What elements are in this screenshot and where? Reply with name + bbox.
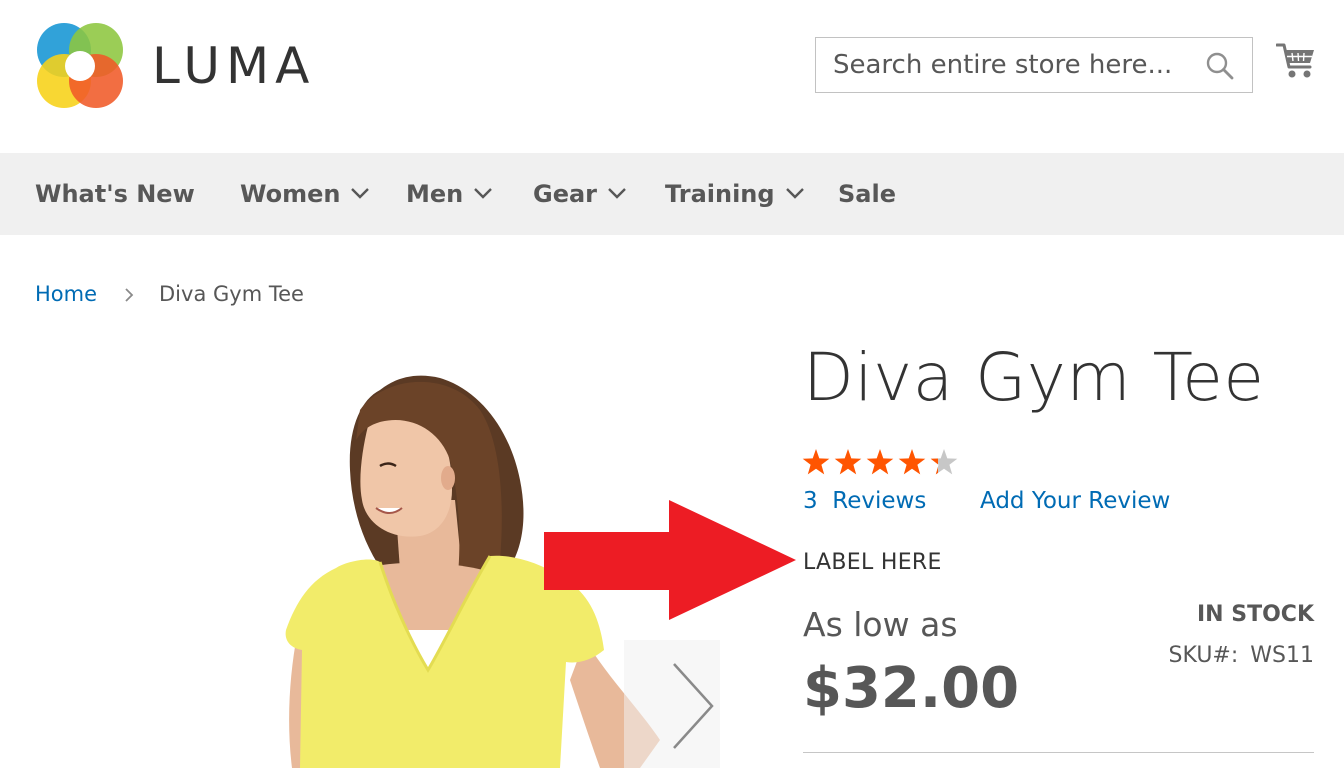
nav-label: What's New [35, 180, 195, 208]
chevron-down-icon [474, 188, 493, 199]
chevron-down-icon [785, 188, 804, 199]
chevron-right-icon [125, 288, 134, 302]
logo-text: LUMA [152, 37, 316, 95]
chevron-down-icon [351, 188, 370, 199]
product-price: $32.00 [803, 656, 1020, 721]
custom-product-label: LABEL HERE [803, 550, 942, 575]
reviews-label: Reviews [832, 488, 927, 514]
price-prefix: As low as [803, 605, 958, 644]
nav-item-training[interactable]: Training [665, 153, 805, 235]
product-sku: SKU#: WS11 [1169, 641, 1314, 671]
sku-label: SKU#: [1168, 643, 1239, 668]
shopping-cart-icon[interactable] [1276, 42, 1316, 80]
gallery-next-button[interactable] [624, 640, 720, 768]
nav-item-women[interactable]: Women [240, 153, 370, 235]
search-input[interactable] [816, 38, 1196, 92]
chevron-down-icon [608, 188, 626, 199]
nav-item-gear[interactable]: Gear [533, 153, 627, 235]
search-box [815, 37, 1253, 93]
breadcrumb: Home Diva Gym Tee [35, 279, 304, 309]
nav-item-whats-new[interactable]: What's New [35, 153, 195, 235]
luma-logo[interactable] [34, 22, 126, 110]
star-icon [802, 449, 958, 475]
search-icon[interactable] [1206, 52, 1234, 80]
chevron-right-icon [673, 663, 714, 749]
breadcrumb-current: Diva Gym Tee [159, 282, 304, 306]
rating-stars [802, 449, 958, 475]
product-title: Diva Gym Tee [803, 339, 1265, 416]
sku-value: WS11 [1250, 643, 1314, 668]
nav-label: Sale [838, 180, 896, 208]
nav-label: Women [240, 180, 341, 208]
reviews-count: 3 [803, 488, 818, 514]
nav-label: Training [665, 180, 775, 208]
stock-status: IN STOCK [1196, 602, 1314, 627]
divider [803, 752, 1314, 753]
luma-logo-mark [37, 23, 123, 108]
add-review-link[interactable]: Add Your Review [980, 485, 1170, 517]
nav-item-men[interactable]: Men [406, 153, 493, 235]
breadcrumb-home-link[interactable]: Home [35, 282, 97, 306]
nav-label: Men [406, 180, 464, 208]
nav-label: Gear [533, 180, 598, 208]
main-nav: What's New Women Men Gear Training Sale [0, 153, 1344, 235]
reviews-link[interactable]: 3 Reviews [803, 485, 926, 517]
nav-item-sale[interactable]: Sale [838, 153, 896, 235]
red-arrow-annotation [544, 500, 796, 620]
